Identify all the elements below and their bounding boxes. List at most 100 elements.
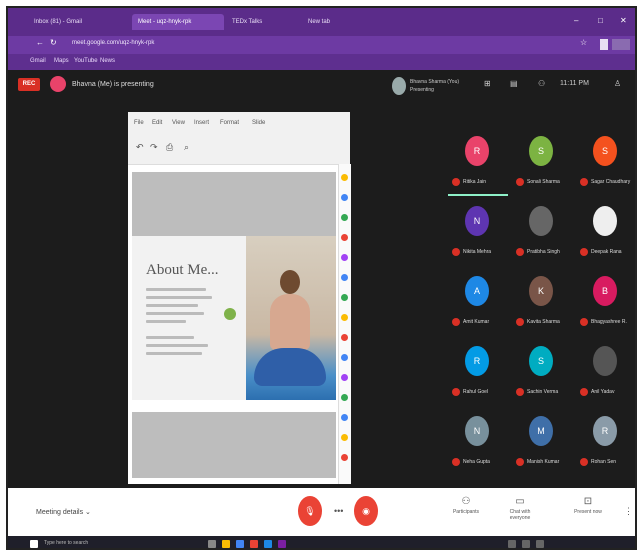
- participants-label: Participants: [452, 509, 480, 515]
- more-options-icon[interactable]: •••: [334, 506, 343, 516]
- back-icon[interactable]: ←: [36, 38, 44, 47]
- avatar-letter: N: [473, 426, 481, 436]
- participant-tile[interactable]: N Nikita Mehra: [448, 202, 506, 268]
- app-icon[interactable]: [278, 540, 286, 548]
- mic-off-button[interactable]: 🎙: [298, 496, 322, 526]
- bookmark[interactable]: YouTube: [74, 58, 98, 64]
- mic-muted-icon: [580, 248, 588, 256]
- participant-tile[interactable]: Pratibha Singh: [512, 202, 570, 268]
- avatar-letter: S: [537, 356, 544, 366]
- maximize-icon[interactable]: □: [598, 16, 603, 25]
- participants-button[interactable]: ⚇ Participants: [446, 496, 486, 515]
- participant-tile[interactable]: R Ritika Jain: [448, 132, 508, 198]
- browser-tab[interactable]: Meet - uqz-hnyk-rpk: [132, 14, 224, 30]
- tasks-icon[interactable]: [341, 194, 348, 201]
- participant-tile[interactable]: M Manish Kumar: [512, 412, 570, 478]
- star-icon[interactable]: ☆: [580, 38, 587, 47]
- menu-item[interactable]: File: [134, 120, 144, 126]
- folder-icon[interactable]: [222, 540, 230, 548]
- addon-icon[interactable]: [341, 274, 348, 281]
- chat-button[interactable]: ▭ Chat with everyone: [500, 496, 540, 521]
- minimize-icon[interactable]: –: [574, 16, 578, 25]
- participant-tile[interactable]: S Sachin Verma: [512, 342, 570, 408]
- taskview-icon[interactable]: [208, 540, 216, 548]
- keep-icon[interactable]: [341, 174, 348, 181]
- participant-tile[interactable]: N Neha Gupta: [448, 412, 506, 478]
- layout-icon[interactable]: ⊞: [484, 79, 491, 88]
- addon-icon[interactable]: [341, 454, 348, 461]
- profile-icon[interactable]: [600, 39, 608, 50]
- tray-icon[interactable]: [508, 540, 516, 548]
- text-line: [146, 320, 186, 323]
- user-icon[interactable]: ♙: [614, 79, 621, 88]
- bookmark[interactable]: Gmail: [30, 58, 46, 64]
- participant-tile[interactable]: B Bhagyashree R.: [576, 272, 634, 338]
- menu-item[interactable]: Insert: [194, 120, 209, 126]
- wifi-icon[interactable]: [522, 540, 530, 548]
- meeting-details-button[interactable]: Meeting details ⌄: [36, 508, 91, 516]
- participant-name: Anil Yadav: [591, 389, 615, 395]
- redo-icon[interactable]: ↷: [150, 142, 158, 153]
- present-now-button[interactable]: ⊡ Present now: [568, 496, 608, 515]
- camera-off-button[interactable]: ◉: [354, 496, 378, 526]
- participant-grid: R Ritika Jain S Sonali Sharma S Sagar Chaudha…: [448, 132, 635, 488]
- bookmarks-bar: Gmail Maps YouTube News: [8, 54, 635, 70]
- mic-muted-icon: [516, 248, 524, 256]
- participant-tile[interactable]: A Amit Kumar: [448, 272, 506, 338]
- windows-icon[interactable]: [30, 540, 38, 548]
- menu-item[interactable]: Slide: [252, 120, 265, 126]
- addon-icon[interactable]: [341, 434, 348, 441]
- text-line: [146, 304, 198, 307]
- participant-tile[interactable]: Anil Yadav: [576, 342, 634, 408]
- app-icon[interactable]: [264, 540, 272, 548]
- refresh-icon[interactable]: ↻: [50, 38, 57, 47]
- menu-item[interactable]: Format: [220, 120, 239, 126]
- menu-item[interactable]: View: [172, 120, 185, 126]
- participant-tile[interactable]: S Sonali Sharma: [512, 132, 570, 198]
- maps-icon[interactable]: [341, 234, 348, 241]
- print-icon[interactable]: ⎙: [166, 142, 173, 153]
- captions-icon[interactable]: ▤: [510, 79, 518, 88]
- addon-icon[interactable]: [341, 374, 348, 381]
- participant-tile[interactable]: Deepak Rana: [576, 202, 634, 268]
- addon-icon[interactable]: [341, 314, 348, 321]
- addon-icon[interactable]: [341, 334, 348, 341]
- self-view[interactable]: Bhavna Sharma (You) Presenting: [392, 75, 464, 97]
- addon-icon[interactable]: [341, 394, 348, 401]
- addon-icon[interactable]: [341, 354, 348, 361]
- browser-tab[interactable]: TEDx Talks: [226, 14, 298, 30]
- volume-icon[interactable]: [536, 540, 544, 548]
- calendar-icon[interactable]: [341, 214, 348, 221]
- participant-tile[interactable]: R Rohan Sen: [576, 412, 634, 478]
- addon-icon[interactable]: [341, 294, 348, 301]
- bookmark[interactable]: Maps: [54, 58, 69, 64]
- text-line: [146, 352, 202, 355]
- url-field[interactable]: meet.google.com/uqz-hnyk-rpk: [72, 40, 154, 46]
- browser-tab[interactable]: New tab: [302, 14, 344, 30]
- mic-muted-icon: [452, 318, 460, 326]
- taskbar-search[interactable]: Type here to search: [44, 540, 88, 546]
- bookmark[interactable]: News: [100, 58, 115, 64]
- chrome-icon[interactable]: [236, 540, 244, 548]
- menu-item[interactable]: Edit: [152, 120, 162, 126]
- mic-muted-icon: [516, 458, 524, 466]
- participant-tile[interactable]: S Sagar Chaudhary: [576, 132, 634, 198]
- addon-icon[interactable]: [341, 414, 348, 421]
- people-icon[interactable]: ⚇: [538, 79, 545, 88]
- camera-off-icon: ◉: [362, 506, 370, 516]
- person-head: [280, 270, 300, 294]
- addon-icon[interactable]: [341, 254, 348, 261]
- browser-tab[interactable]: Inbox (81) - Gmail: [28, 14, 110, 30]
- app-icon[interactable]: [250, 540, 258, 548]
- participant-tile[interactable]: R Rahul Goel: [448, 342, 506, 408]
- participant-name: Bhagyashree R.: [591, 319, 627, 325]
- undo-icon[interactable]: ↶: [136, 142, 144, 153]
- close-icon[interactable]: ✕: [620, 16, 627, 25]
- more-icon[interactable]: ⋮: [624, 506, 633, 517]
- text-line: [146, 344, 208, 347]
- zoom-icon[interactable]: ⌕: [184, 142, 189, 153]
- participant-name: Nikita Mehra: [463, 249, 492, 255]
- participant-tile[interactable]: K Kavita Sharma: [512, 272, 570, 338]
- self-status: Presenting: [410, 87, 434, 93]
- extension-icon[interactable]: [612, 39, 630, 50]
